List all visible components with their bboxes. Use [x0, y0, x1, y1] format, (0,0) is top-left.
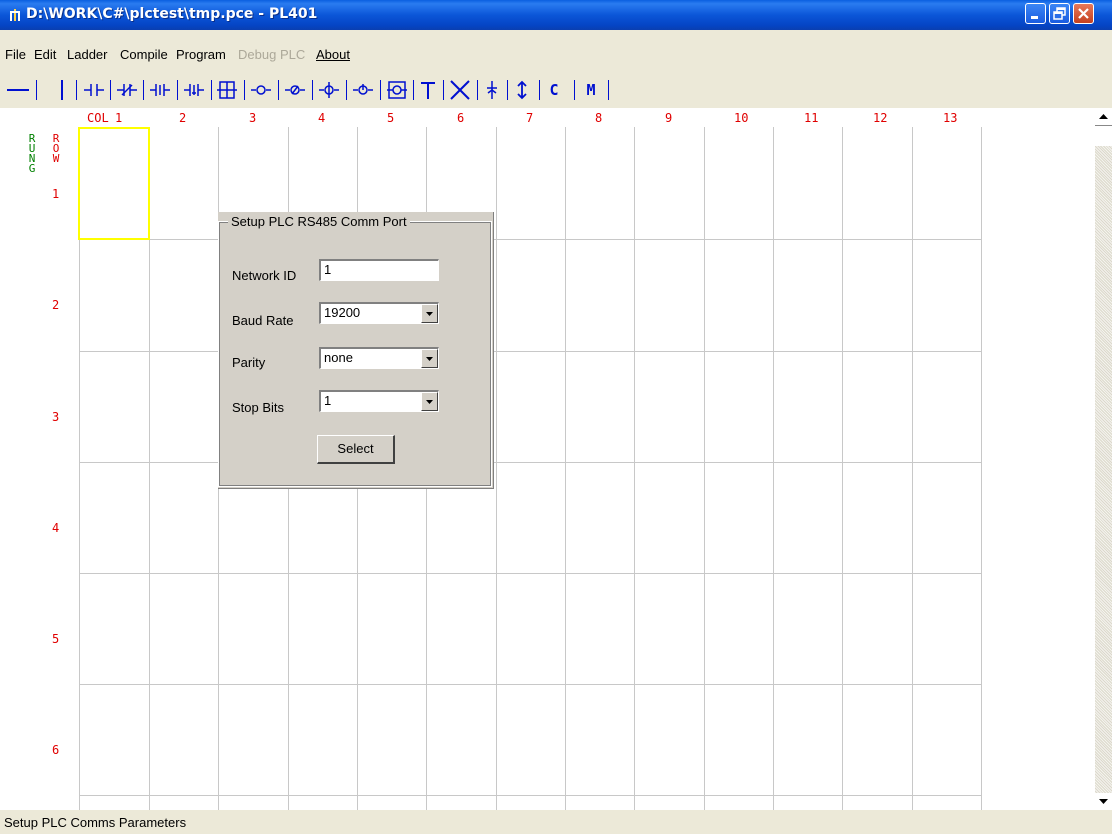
- selected-cell[interactable]: [78, 127, 150, 240]
- title-bar[interactable]: D:\WORK\C#\plctest\tmp.pce - PL401: [0, 0, 1112, 30]
- status-text: Setup PLC Comms Parameters: [4, 815, 187, 830]
- parity-value: none: [324, 350, 353, 365]
- network-id-field[interactable]: 1: [319, 259, 439, 281]
- col-label: 6: [457, 111, 465, 125]
- vertical-connect-tool-icon[interactable]: [480, 79, 504, 101]
- branch-t-tool-icon[interactable]: [415, 79, 441, 101]
- parity-select[interactable]: none: [319, 347, 439, 369]
- rung-label: R U N G: [28, 132, 36, 175]
- scroll-down-arrow-icon[interactable]: [1095, 793, 1112, 810]
- menu-bar: File Edit Ladder Compile Program Debug P…: [0, 44, 1112, 70]
- falling-edge-contact-tool-icon[interactable]: [179, 79, 209, 101]
- vertical-line-tool-icon[interactable]: [52, 79, 72, 101]
- menu-ladder[interactable]: Ladder: [67, 47, 107, 62]
- vertical-scrollbar[interactable]: [1095, 108, 1112, 810]
- chevron-down-icon[interactable]: [421, 304, 438, 323]
- menu-edit[interactable]: Edit: [34, 47, 56, 62]
- window-title: D:\WORK\C#\plctest\tmp.pce - PL401: [26, 6, 318, 22]
- col-label: 2: [179, 111, 187, 125]
- col-label: 11: [804, 111, 819, 125]
- chevron-down-icon[interactable]: [421, 392, 438, 411]
- menu-debug[interactable]: Debug: [238, 47, 276, 62]
- scroll-thumb[interactable]: [1095, 125, 1112, 146]
- minimize-button[interactable]: [1025, 3, 1046, 24]
- rising-edge-contact-tool-icon[interactable]: [145, 79, 175, 101]
- col-label: 9: [665, 111, 673, 125]
- comm-port-dialog: Setup PLC RS485 Comm Port Network ID 1 B…: [218, 212, 494, 489]
- counter-tool-button[interactable]: C: [542, 79, 566, 101]
- row-label: 2: [52, 298, 60, 312]
- scroll-up-arrow-icon[interactable]: [1095, 108, 1112, 125]
- grid-lines: [78, 127, 982, 810]
- delete-x-tool-icon[interactable]: [446, 79, 474, 101]
- col-label: 12: [873, 111, 888, 125]
- close-button[interactable]: [1073, 3, 1094, 24]
- parity-label: Parity: [232, 355, 266, 370]
- col-label: 7: [526, 111, 534, 125]
- function-coil-tool-icon[interactable]: [382, 79, 412, 101]
- row-label: 3: [52, 410, 60, 424]
- chevron-down-icon[interactable]: [421, 349, 438, 368]
- vertical-updown-tool-icon[interactable]: [510, 79, 534, 101]
- menubar-spacer: [0, 30, 1112, 44]
- stop-bits-label: Stop Bits: [232, 400, 285, 415]
- col-label: 13: [943, 111, 958, 125]
- memory-tool-button[interactable]: M: [578, 79, 604, 101]
- col-label: 3: [249, 111, 257, 125]
- row-label: 5: [52, 632, 60, 646]
- status-bar: Setup PLC Comms Parameters: [0, 810, 1112, 834]
- col-label: 5: [387, 111, 395, 125]
- baud-rate-value: 19200: [324, 305, 361, 320]
- ladder-grid[interactable]: COL 1 2 3 4 5 6 7 8 9 10 11 12 13 R U N …: [0, 108, 1112, 810]
- network-id-label: Network ID: [232, 268, 297, 283]
- row-label: 1: [52, 187, 60, 201]
- col-header-label: COL: [87, 111, 109, 125]
- menu-compile[interactable]: Compile: [120, 47, 168, 62]
- coil-tool-icon[interactable]: [246, 79, 276, 101]
- toolbar: C M: [0, 70, 1112, 108]
- horizontal-line-tool-icon[interactable]: [4, 79, 32, 101]
- baud-rate-select[interactable]: 19200: [319, 302, 439, 324]
- app-icon: [8, 8, 22, 22]
- baud-rate-label: Baud Rate: [232, 313, 294, 328]
- stop-bits-select[interactable]: 1: [319, 390, 439, 412]
- dialog-title: Setup PLC RS485 Comm Port: [228, 214, 410, 229]
- negated-coil-tool-icon[interactable]: [280, 79, 310, 101]
- reset-coil-tool-icon[interactable]: [348, 79, 378, 101]
- select-button[interactable]: Select: [317, 435, 395, 464]
- col-label: 1: [115, 111, 123, 125]
- col-label: 4: [318, 111, 326, 125]
- row-label: 4: [52, 521, 60, 535]
- restore-button[interactable]: [1049, 3, 1070, 24]
- row-axis-label: R O W: [52, 132, 60, 165]
- box-function-tool-icon[interactable]: [213, 79, 241, 101]
- no-contact-tool-icon[interactable]: [78, 79, 110, 101]
- menu-about[interactable]: About: [316, 47, 350, 62]
- nc-contact-tool-icon[interactable]: [112, 79, 142, 101]
- menu-file[interactable]: File: [5, 47, 26, 62]
- stop-bits-value: 1: [324, 393, 332, 408]
- menu-program[interactable]: Program: [176, 47, 226, 62]
- set-coil-tool-icon[interactable]: [314, 79, 344, 101]
- row-label: 6: [52, 743, 60, 757]
- col-label: 8: [595, 111, 603, 125]
- col-label: 10: [734, 111, 749, 125]
- menu-plc[interactable]: PLC: [280, 47, 305, 62]
